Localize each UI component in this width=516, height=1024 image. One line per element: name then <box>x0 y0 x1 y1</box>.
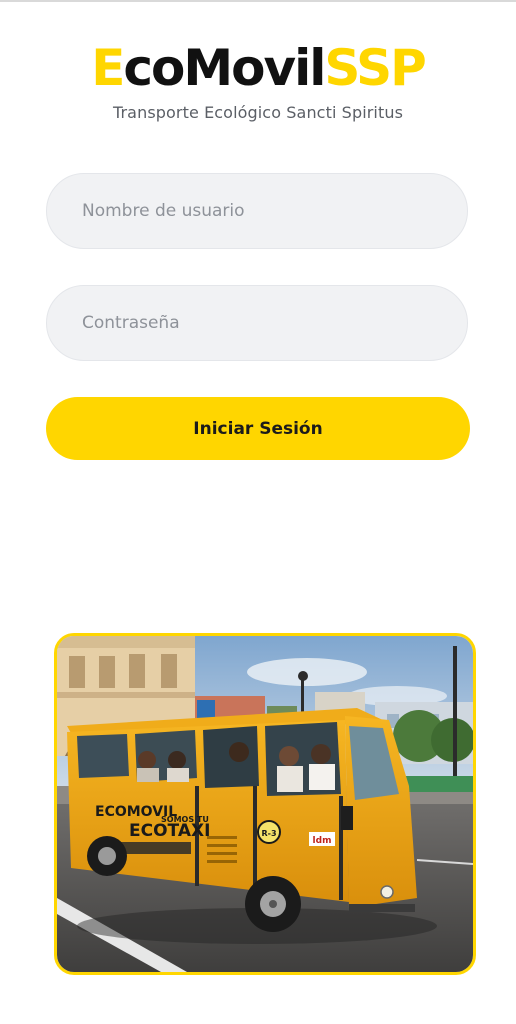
vehicle-route-badge: R-3 <box>261 829 276 838</box>
app-logo: EcoMovilSSP <box>0 36 516 100</box>
username-input[interactable] <box>46 173 468 249</box>
vehicle-ecotaxi-text: ECOTAXI <box>129 821 210 841</box>
logo-part-ssp: SSP <box>324 39 426 97</box>
app-tagline: Transporte Ecológico Sancti Spiritus <box>112 103 404 122</box>
login-button[interactable]: Iniciar Sesión <box>46 397 470 460</box>
password-input[interactable] <box>46 285 468 361</box>
vehicle-plate-badge: ldm <box>313 836 332 846</box>
ecotaxi-photo: ECOMOVIL SOMOS TU ECOTAXI R-3 ldm <box>54 633 476 975</box>
logo-part-comovil: coMovil <box>123 39 326 97</box>
top-edge-divider <box>0 0 516 2</box>
logo-part-e: E <box>91 39 125 97</box>
